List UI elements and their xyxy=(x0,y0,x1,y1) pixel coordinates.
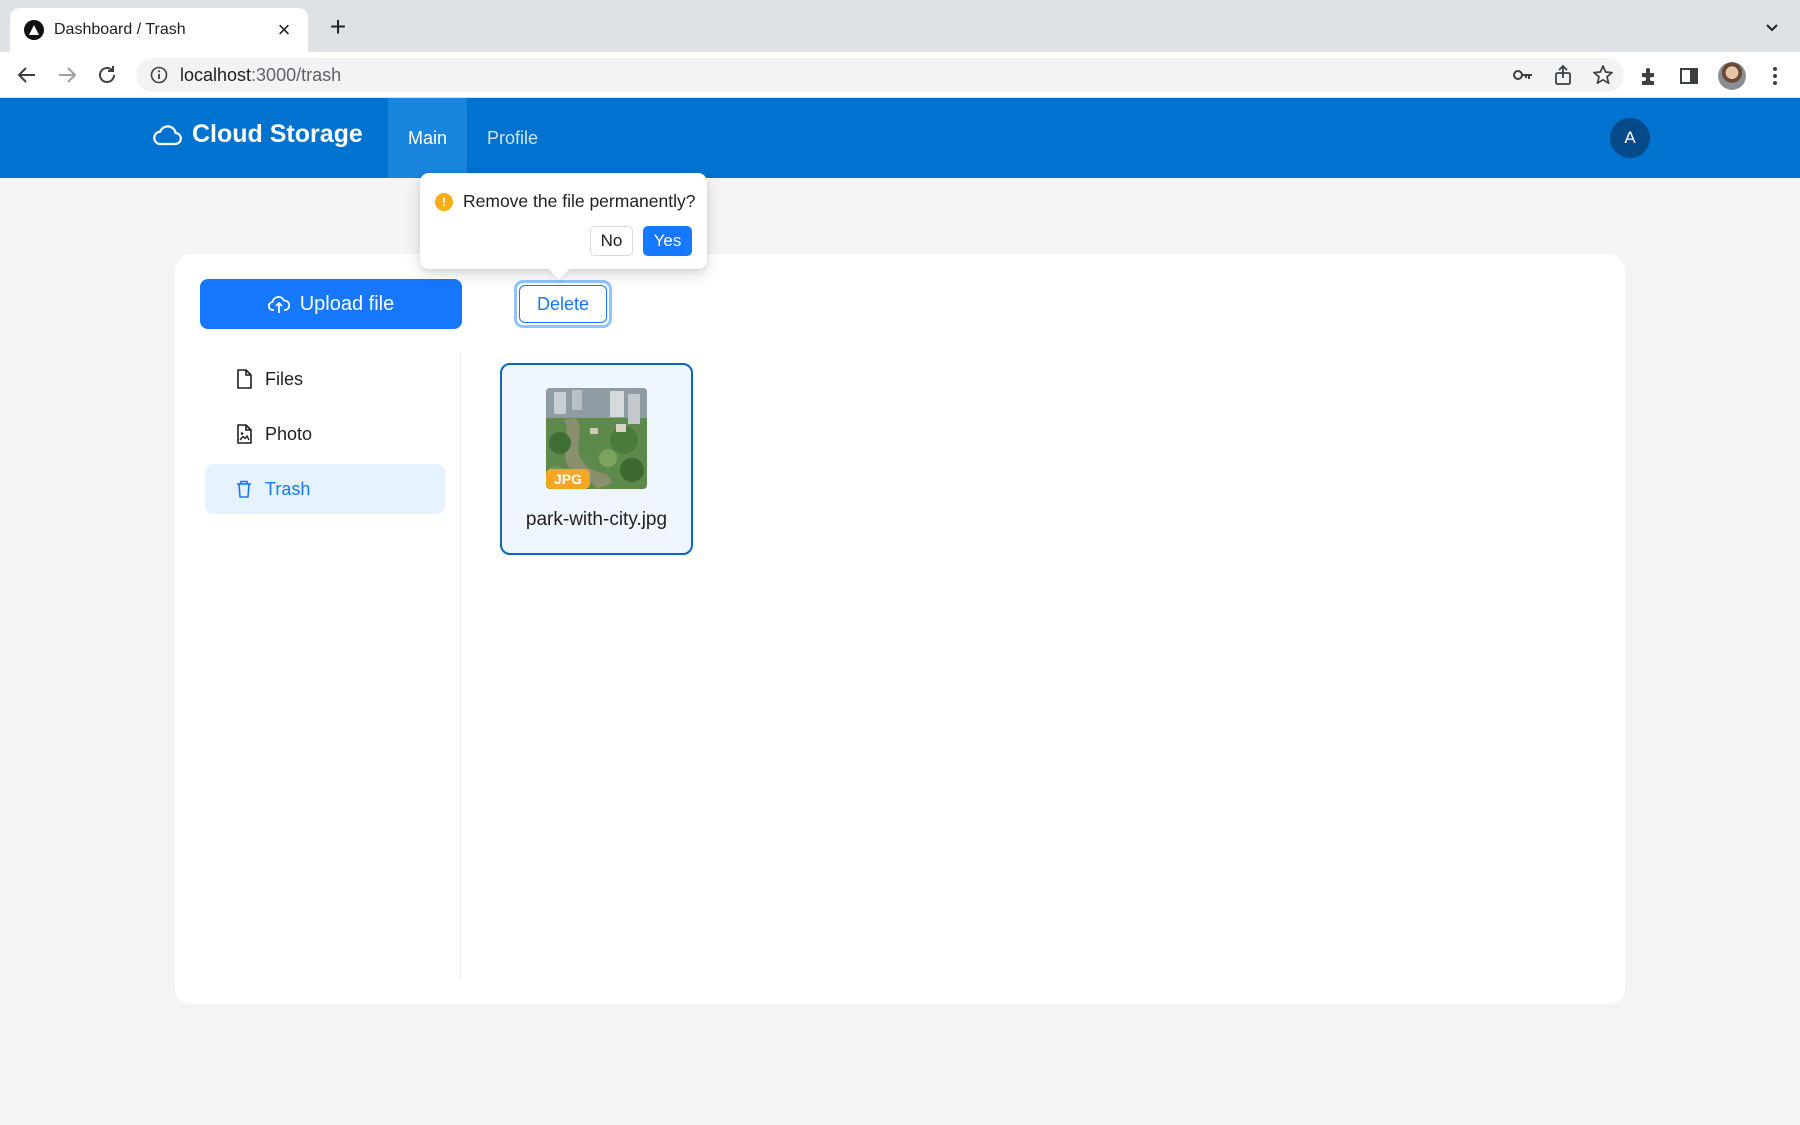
app-header: Cloud Storage Main Profile A xyxy=(0,98,1800,178)
brand-logo[interactable]: Cloud Storage xyxy=(150,120,363,149)
sidebar-item-label: Files xyxy=(265,368,304,389)
cloud-upload-icon xyxy=(267,296,290,313)
info-icon[interactable] xyxy=(150,66,168,84)
chevron-down-icon[interactable] xyxy=(1764,20,1780,36)
key-icon[interactable] xyxy=(1512,64,1534,86)
browser-tab[interactable]: Dashboard / Trash × xyxy=(10,8,308,52)
sidebar-item-photo[interactable]: Photo xyxy=(205,409,445,459)
favicon-icon xyxy=(24,20,44,40)
sidebar-divider xyxy=(460,354,461,979)
delete-button-focus-ring: Delete xyxy=(514,280,612,328)
browser-toolbar: localhost:3000/trash xyxy=(0,52,1800,98)
delete-popconfirm: ! Remove the file permanently? No Yes xyxy=(420,173,707,280)
forward-arrow-icon[interactable] xyxy=(54,62,80,88)
file-icon xyxy=(237,369,252,389)
share-icon[interactable] xyxy=(1552,64,1574,86)
side-panel-icon[interactable] xyxy=(1678,65,1700,87)
sidebar-item-label: Trash xyxy=(265,478,311,499)
sidebar-item-label: Photo xyxy=(265,423,313,444)
new-tab-icon[interactable]: + xyxy=(326,13,350,41)
close-tab-icon[interactable]: × xyxy=(274,19,294,41)
upload-file-button[interactable]: Upload file xyxy=(200,279,462,329)
sidebar-item-files[interactable]: Files xyxy=(205,354,445,404)
url-text: localhost:3000/trash xyxy=(180,64,342,85)
tab-title: Dashboard / Trash xyxy=(54,21,186,38)
extensions-icon[interactable] xyxy=(1638,65,1660,87)
browser-tabstrip: Dashboard / Trash × + xyxy=(0,0,1800,52)
popconfirm-yes-button[interactable]: Yes xyxy=(643,226,692,256)
nav-item-profile[interactable]: Profile xyxy=(487,98,538,178)
photo-file-icon xyxy=(237,424,252,444)
file-tile[interactable]: JPG park-with-city.jpg xyxy=(500,363,693,555)
nav-item-main[interactable]: Main xyxy=(388,98,467,178)
file-type-badge: JPG xyxy=(546,469,591,489)
warning-icon: ! xyxy=(435,193,453,211)
content-card: Upload file Delete Files Photo Trash JPG… xyxy=(175,254,1625,1004)
popconfirm-message: Remove the file permanently? xyxy=(463,191,696,211)
back-arrow-icon[interactable] xyxy=(14,62,40,88)
user-avatar[interactable]: A xyxy=(1610,118,1650,158)
upload-file-label: Upload file xyxy=(299,292,395,315)
menu-kebab-icon[interactable] xyxy=(1764,65,1786,87)
sidebar-item-trash[interactable]: Trash xyxy=(205,464,445,514)
browser-profile-avatar[interactable] xyxy=(1718,62,1746,90)
sidebar-menu: Files Photo Trash xyxy=(205,354,445,519)
popconfirm-no-button[interactable]: No xyxy=(590,226,633,256)
trash-icon xyxy=(237,480,251,498)
cloud-icon xyxy=(153,124,182,145)
file-name: park-with-city.jpg xyxy=(525,509,668,530)
address-bar[interactable]: localhost:3000/trash xyxy=(136,58,1624,92)
brand-name: Cloud Storage xyxy=(192,120,363,148)
bookmark-star-icon[interactable] xyxy=(1592,64,1614,86)
reload-icon[interactable] xyxy=(94,62,120,88)
delete-button[interactable]: Delete xyxy=(519,285,607,323)
